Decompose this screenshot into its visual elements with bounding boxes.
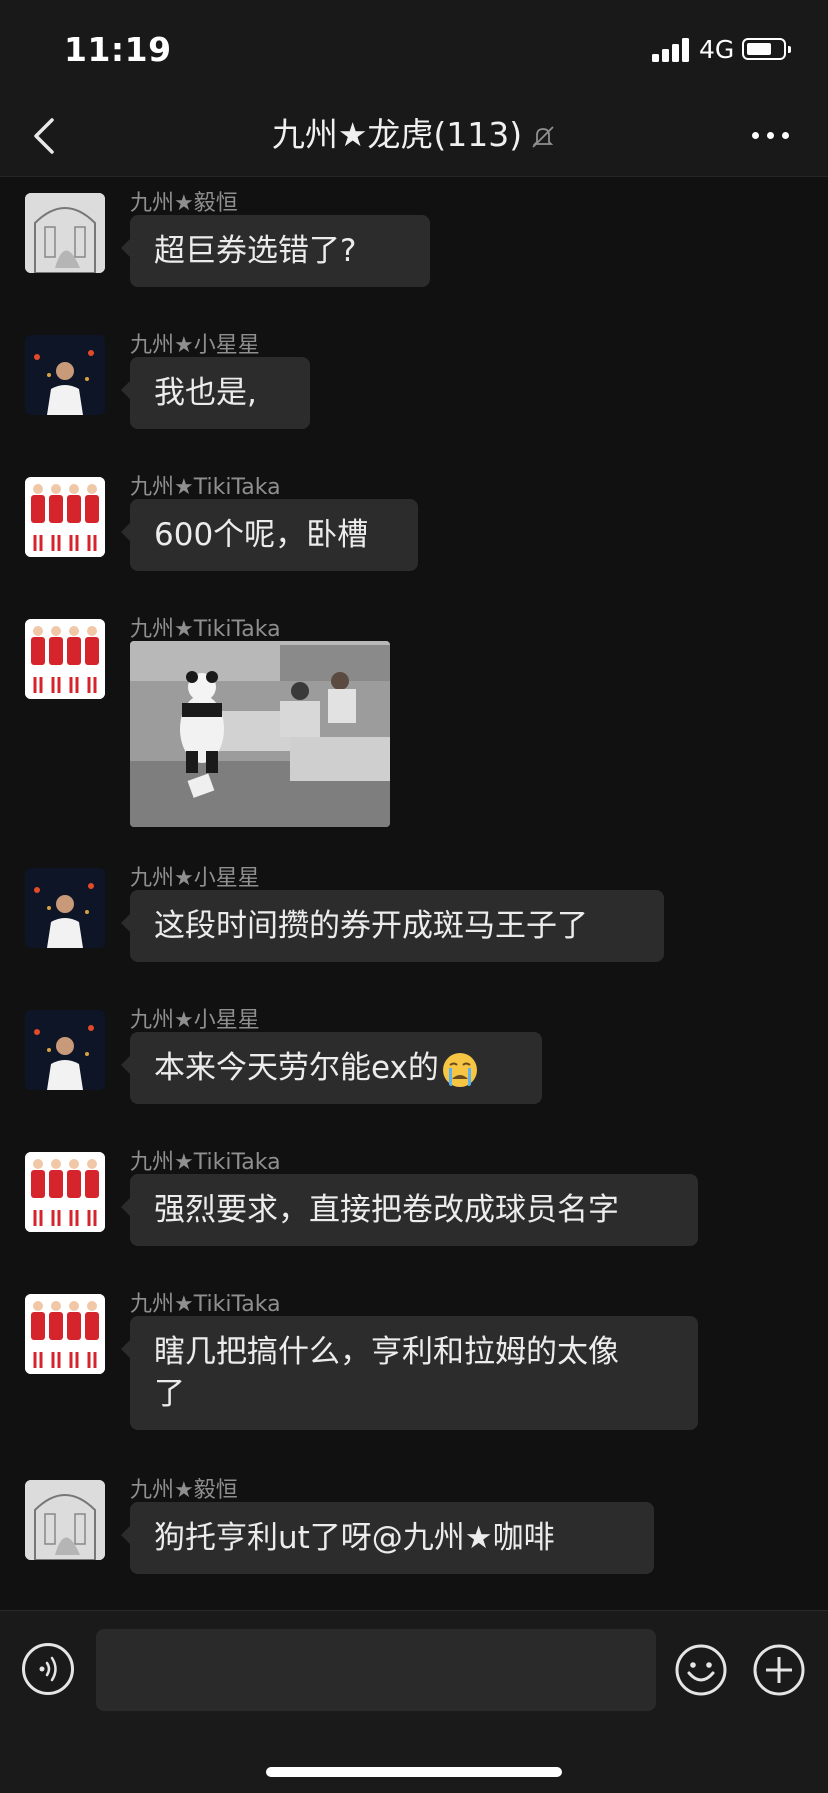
crying-face-icon — [442, 1052, 477, 1087]
emoji-button[interactable] — [674, 1643, 728, 1697]
message-text-line: 了 — [154, 1376, 185, 1412]
chat-title: 九州★龙虎(113) — [271, 115, 523, 154]
avatar[interactable] — [25, 619, 105, 699]
panda-office-photo — [130, 641, 390, 827]
sender-name: 九州★TikiTaka — [130, 1292, 281, 1317]
smiley-icon — [675, 1644, 727, 1696]
message-bubble[interactable]: 这段时间攒的券开成斑马王子了 — [121, 890, 664, 962]
sender-name: 九州★小星星 — [130, 1008, 260, 1033]
chat-header: 九州★龙虎(113) — [0, 100, 828, 177]
avatar[interactable] — [25, 477, 105, 557]
status-bar: 11:19 4G — [0, 0, 828, 100]
message-bubble[interactable]: 本来今天劳尔能ex的 — [121, 1032, 542, 1104]
message-input[interactable] — [96, 1629, 656, 1711]
message-text: 本来今天劳尔能ex的 — [154, 1050, 439, 1086]
avatar[interactable] — [25, 1294, 105, 1374]
home-indicator — [266, 1767, 562, 1777]
voice-icon — [39, 1656, 57, 1682]
avatar[interactable] — [25, 1152, 105, 1232]
message-text-line: 瞎几把搞什么，亨利和拉姆的太像 — [154, 1334, 619, 1370]
message-bubble[interactable]: 狗托亨利ut了呀@九州★咖啡 — [121, 1502, 654, 1574]
sender-name: 九州★小星星 — [130, 333, 260, 358]
network-type: 4G — [699, 35, 735, 64]
mute-bell-icon — [532, 125, 554, 148]
message-bubble[interactable]: 强烈要求，直接把卷改成球员名字 — [121, 1174, 698, 1246]
input-bar — [0, 1610, 828, 1793]
voice-input-button[interactable] — [22, 1643, 74, 1695]
avatar[interactable] — [25, 868, 105, 948]
message-bubble[interactable]: 我也是, — [121, 357, 310, 429]
sender-name: 九州★TikiTaka — [130, 1150, 281, 1175]
message-bubble[interactable]: 超巨券选错了? — [121, 215, 430, 287]
plus-icon — [753, 1644, 805, 1696]
sender-name: 九州★TikiTaka — [130, 617, 281, 642]
battery-icon — [742, 38, 791, 60]
sender-name: 九州★TikiTaka — [130, 475, 281, 500]
avatar[interactable] — [25, 1010, 105, 1090]
more-functions-button[interactable] — [752, 1643, 806, 1697]
avatar[interactable] — [25, 335, 105, 415]
message-bubble[interactable]: 600个呢，卧槽 — [121, 499, 418, 571]
chat-title-area: 九州★龙虎(113) — [0, 110, 828, 160]
more-options-button[interactable] — [752, 128, 792, 148]
sender-name: 九州★毅恒 — [130, 191, 238, 216]
status-time: 11:19 — [64, 30, 172, 69]
image-message[interactable] — [130, 641, 390, 827]
avatar[interactable] — [25, 1480, 105, 1560]
sender-name: 九州★小星星 — [130, 866, 260, 891]
sender-name: 九州★毅恒 — [130, 1478, 238, 1503]
avatar[interactable] — [25, 193, 105, 273]
signal-icon — [652, 38, 692, 62]
message-bubble[interactable]: 瞎几把搞什么，亨利和拉姆的太像 了 — [121, 1316, 698, 1430]
